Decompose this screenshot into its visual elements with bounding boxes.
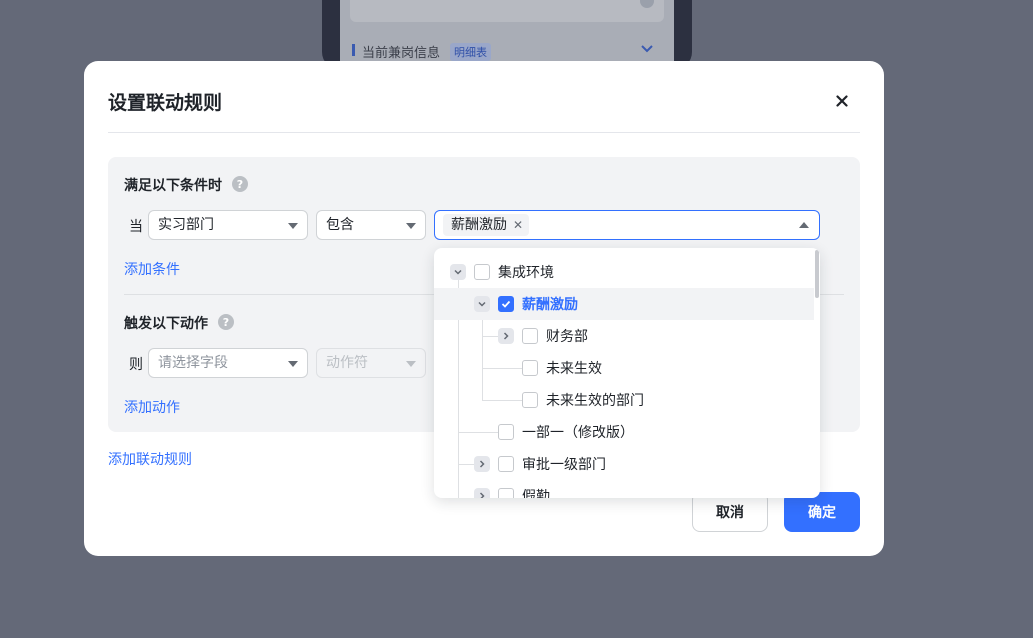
add-action-link[interactable]: 添加动作: [124, 397, 180, 417]
action-operator-placeholder: 动作符: [326, 355, 368, 371]
tree-item-label: 一部一（修改版）: [522, 425, 634, 441]
expander-toggle[interactable]: [498, 328, 514, 344]
tree-checkbox[interactable]: [522, 392, 538, 408]
condition-operator-value: 包含: [326, 217, 354, 233]
condition-value-select[interactable]: 薪酬激励 ✕: [434, 210, 820, 240]
action-prefix: 则: [129, 357, 143, 373]
actions-help-icon[interactable]: ?: [218, 314, 234, 330]
tree-item-label: 未来生效: [546, 361, 602, 377]
caret-down-icon: [406, 361, 416, 367]
dropdown-scrollbar[interactable]: [815, 250, 819, 298]
background-chevron-down-icon: [641, 45, 653, 53]
background-section-tag: 明细表: [450, 43, 491, 61]
add-rule-link[interactable]: 添加联动规则: [108, 449, 192, 469]
tree-item[interactable]: 一部一（修改版）: [434, 416, 814, 448]
action-field-select[interactable]: 请选择字段: [148, 348, 308, 378]
tree-checkbox[interactable]: [522, 328, 538, 344]
department-tree-dropdown: 集成环境 薪酬激励 财务部 未来生效 未来生效的部门 一部一（修改版） 审批一级…: [434, 248, 820, 498]
tree-item-label: 薪酬激励: [522, 297, 578, 313]
conditions-title: 满足以下条件时: [124, 178, 222, 194]
tree-item-label: 假勤: [522, 489, 550, 498]
cancel-button[interactable]: 取消: [692, 492, 768, 532]
tree-checkbox-checked[interactable]: [498, 296, 514, 312]
close-button[interactable]: [832, 91, 852, 111]
header-divider: [108, 132, 860, 133]
tree-item-label: 财务部: [546, 329, 588, 345]
chevron-right-icon: [479, 460, 485, 468]
tree-item[interactable]: 未来生效: [434, 352, 814, 384]
tree-item[interactable]: 财务部: [434, 320, 814, 352]
tree-item-selected[interactable]: 薪酬激励: [434, 288, 814, 320]
tag-remove-icon[interactable]: ✕: [513, 214, 523, 236]
chevron-down-icon: [454, 269, 462, 275]
condition-operator-select[interactable]: 包含: [316, 210, 426, 240]
tree-checkbox[interactable]: [498, 456, 514, 472]
condition-prefix: 当: [129, 219, 143, 235]
selected-value-tag: 薪酬激励 ✕: [443, 214, 530, 236]
caret-down-icon: [288, 361, 298, 367]
tree-item-label: 未来生效的部门: [546, 393, 644, 409]
condition-field-value: 实习部门: [158, 217, 214, 233]
background-card: [350, 0, 664, 22]
tree-checkbox[interactable]: [498, 424, 514, 440]
tree-item[interactable]: 未来生效的部门: [434, 384, 814, 416]
caret-up-icon: [799, 222, 809, 228]
selected-value-tag-label: 薪酬激励: [451, 217, 507, 233]
expander-toggle[interactable]: [474, 296, 490, 312]
chevron-right-icon: [479, 492, 485, 498]
tree-checkbox[interactable]: [498, 488, 514, 498]
caret-down-icon: [406, 223, 416, 229]
caret-down-icon: [288, 223, 298, 229]
tree-item-label: 集成环境: [498, 265, 554, 281]
expander-toggle[interactable]: [474, 488, 490, 498]
check-icon: [501, 300, 511, 308]
chevron-down-icon: [478, 301, 486, 307]
expander-toggle[interactable]: [474, 456, 490, 472]
background-section-title: 当前兼岗信息: [362, 46, 441, 61]
tree-checkbox[interactable]: [474, 264, 490, 280]
tree-item[interactable]: 审批一级部门: [434, 448, 814, 480]
expander-toggle[interactable]: [450, 264, 466, 280]
action-field-placeholder: 请选择字段: [158, 355, 228, 371]
confirm-button[interactable]: 确定: [784, 492, 860, 532]
tree-item[interactable]: 假勤: [434, 480, 814, 498]
tree-checkbox[interactable]: [522, 360, 538, 376]
modal-title: 设置联动规则: [108, 92, 223, 114]
tree-item-label: 审批一级部门: [522, 457, 606, 473]
tree-item[interactable]: 集成环境: [434, 256, 814, 288]
conditions-help-icon[interactable]: ?: [232, 176, 248, 192]
action-operator-select: 动作符: [316, 348, 426, 378]
condition-field-select[interactable]: 实习部门: [148, 210, 308, 240]
chevron-right-icon: [503, 332, 509, 340]
background-section-bar: [352, 44, 355, 56]
close-icon: [836, 95, 848, 107]
actions-title: 触发以下动作: [124, 316, 208, 332]
add-condition-link[interactable]: 添加条件: [124, 259, 180, 279]
